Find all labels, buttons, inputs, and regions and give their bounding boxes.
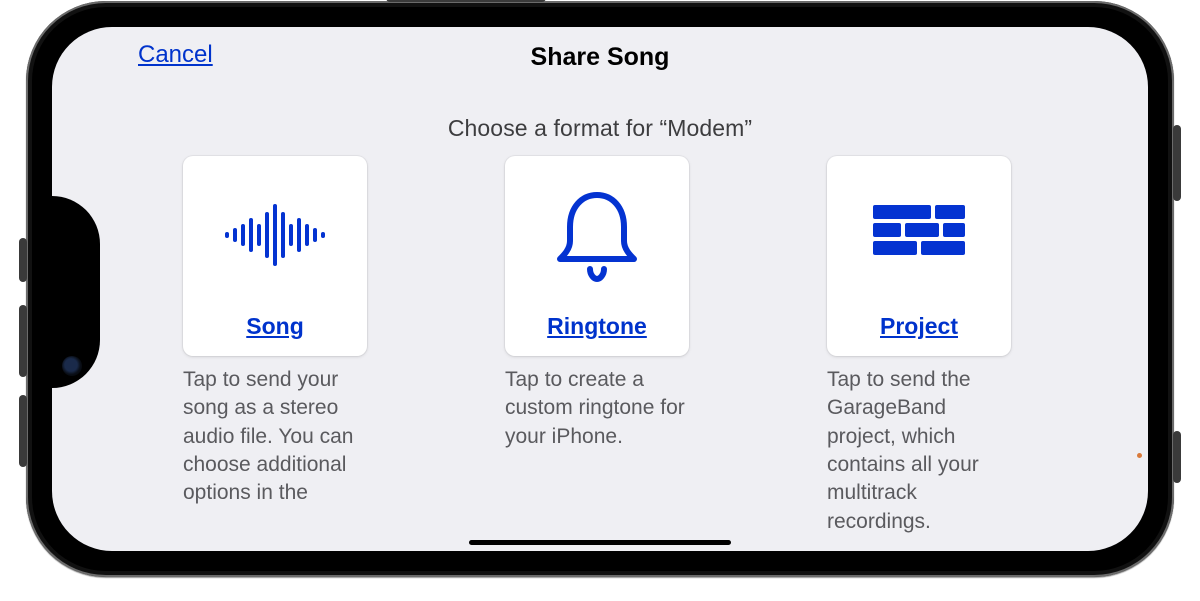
screen: Cancel Share Song Choose a format for “M… <box>52 27 1148 551</box>
subtitle: Choose a format for “Modem” <box>52 115 1148 142</box>
ringtone-description: Tap to create a custom ringtone for your… <box>505 366 695 451</box>
format-options-row: Song Tap to send your song as a stereo a… <box>52 156 1148 536</box>
project-description: Tap to send the GarageBand project, whic… <box>827 366 1017 536</box>
home-indicator[interactable] <box>469 540 731 545</box>
bell-icon <box>542 156 652 313</box>
waveform-icon <box>215 156 335 313</box>
notch <box>52 196 100 388</box>
project-card[interactable]: Project <box>827 156 1011 356</box>
volume-button <box>19 305 27 377</box>
camera-lens <box>62 356 82 376</box>
cancel-button[interactable]: Cancel <box>138 41 213 69</box>
option-ringtone: Ringtone Tap to create a custom ringtone… <box>505 156 695 536</box>
phone-frame: Cancel Share Song Choose a format for “M… <box>26 1 1174 577</box>
nav-bar: Cancel Share Song <box>52 27 1148 87</box>
privacy-indicator-dot <box>1137 453 1142 458</box>
side-button <box>1173 431 1181 483</box>
song-label: Song <box>246 313 304 340</box>
option-song: Song Tap to send your song as a stereo a… <box>183 156 373 536</box>
side-button <box>1173 125 1181 201</box>
project-label: Project <box>880 313 958 340</box>
mute-switch <box>19 238 27 282</box>
page-title: Share Song <box>531 43 670 72</box>
ringtone-label: Ringtone <box>547 313 647 340</box>
song-card[interactable]: Song <box>183 156 367 356</box>
ringtone-card[interactable]: Ringtone <box>505 156 689 356</box>
volume-button <box>19 395 27 467</box>
bricks-icon <box>873 156 965 313</box>
option-project: Project Tap to send the GarageBand proje… <box>827 156 1017 536</box>
song-description: Tap to send your song as a stereo audio … <box>183 366 373 508</box>
top-button <box>386 0 546 2</box>
bezel: Cancel Share Song Choose a format for “M… <box>32 7 1168 571</box>
device-mockup: Cancel Share Song Choose a format for “M… <box>0 0 1200 601</box>
